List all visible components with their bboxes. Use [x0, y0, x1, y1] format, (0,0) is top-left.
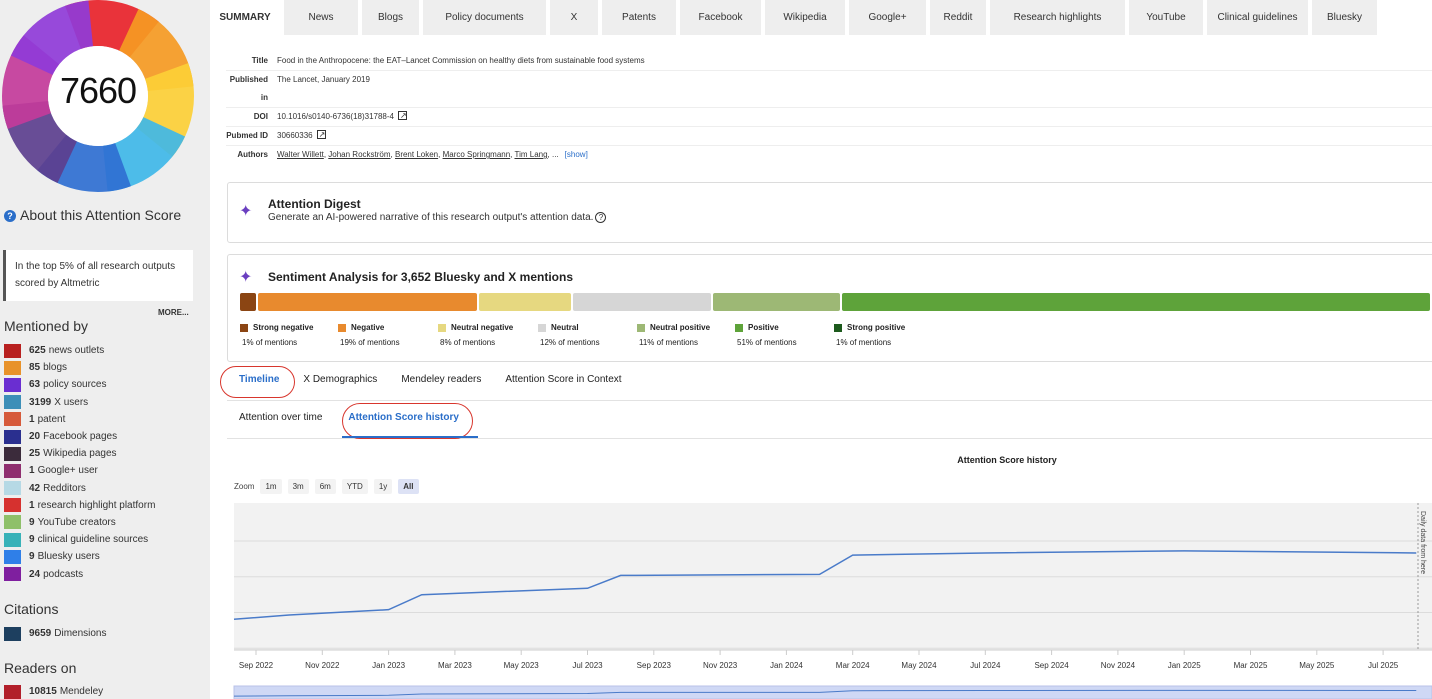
x-tick-label: May 2023: [504, 661, 540, 670]
x-tick-label: Nov 2022: [305, 661, 340, 670]
x-tick-label: Jul 2025: [1368, 661, 1399, 670]
daily-data-annotation: Daily data from here: [1419, 511, 1426, 574]
attention-score-history-chart[interactable]: Sep 2022 Nov 2022 Jan 2023 Mar 2023 May 2023…: [0, 0, 1432, 699]
x-tick-label: Sep 2023: [637, 661, 672, 670]
x-tick-label: Mar 2023: [438, 661, 472, 670]
x-tick-label: Jan 2025: [1168, 661, 1201, 670]
x-tick-label: Nov 2023: [703, 661, 738, 670]
x-tick-label: May 2024: [901, 661, 937, 670]
x-tick-label: Jul 2023: [572, 661, 603, 670]
x-tick-label: Sep 2024: [1034, 661, 1069, 670]
x-tick-label: Jan 2024: [770, 661, 803, 670]
x-tick-label: May 2025: [1299, 661, 1335, 670]
range-navigator[interactable]: [233, 685, 1432, 699]
x-tick-label: Mar 2024: [836, 661, 870, 670]
x-tick-label: Jan 2023: [372, 661, 405, 670]
x-tick-label: Nov 2024: [1101, 661, 1136, 670]
x-tick-label: Jul 2024: [970, 661, 1001, 670]
x-tick-label: Sep 2022: [239, 661, 274, 670]
x-tick-label: Mar 2025: [1234, 661, 1268, 670]
